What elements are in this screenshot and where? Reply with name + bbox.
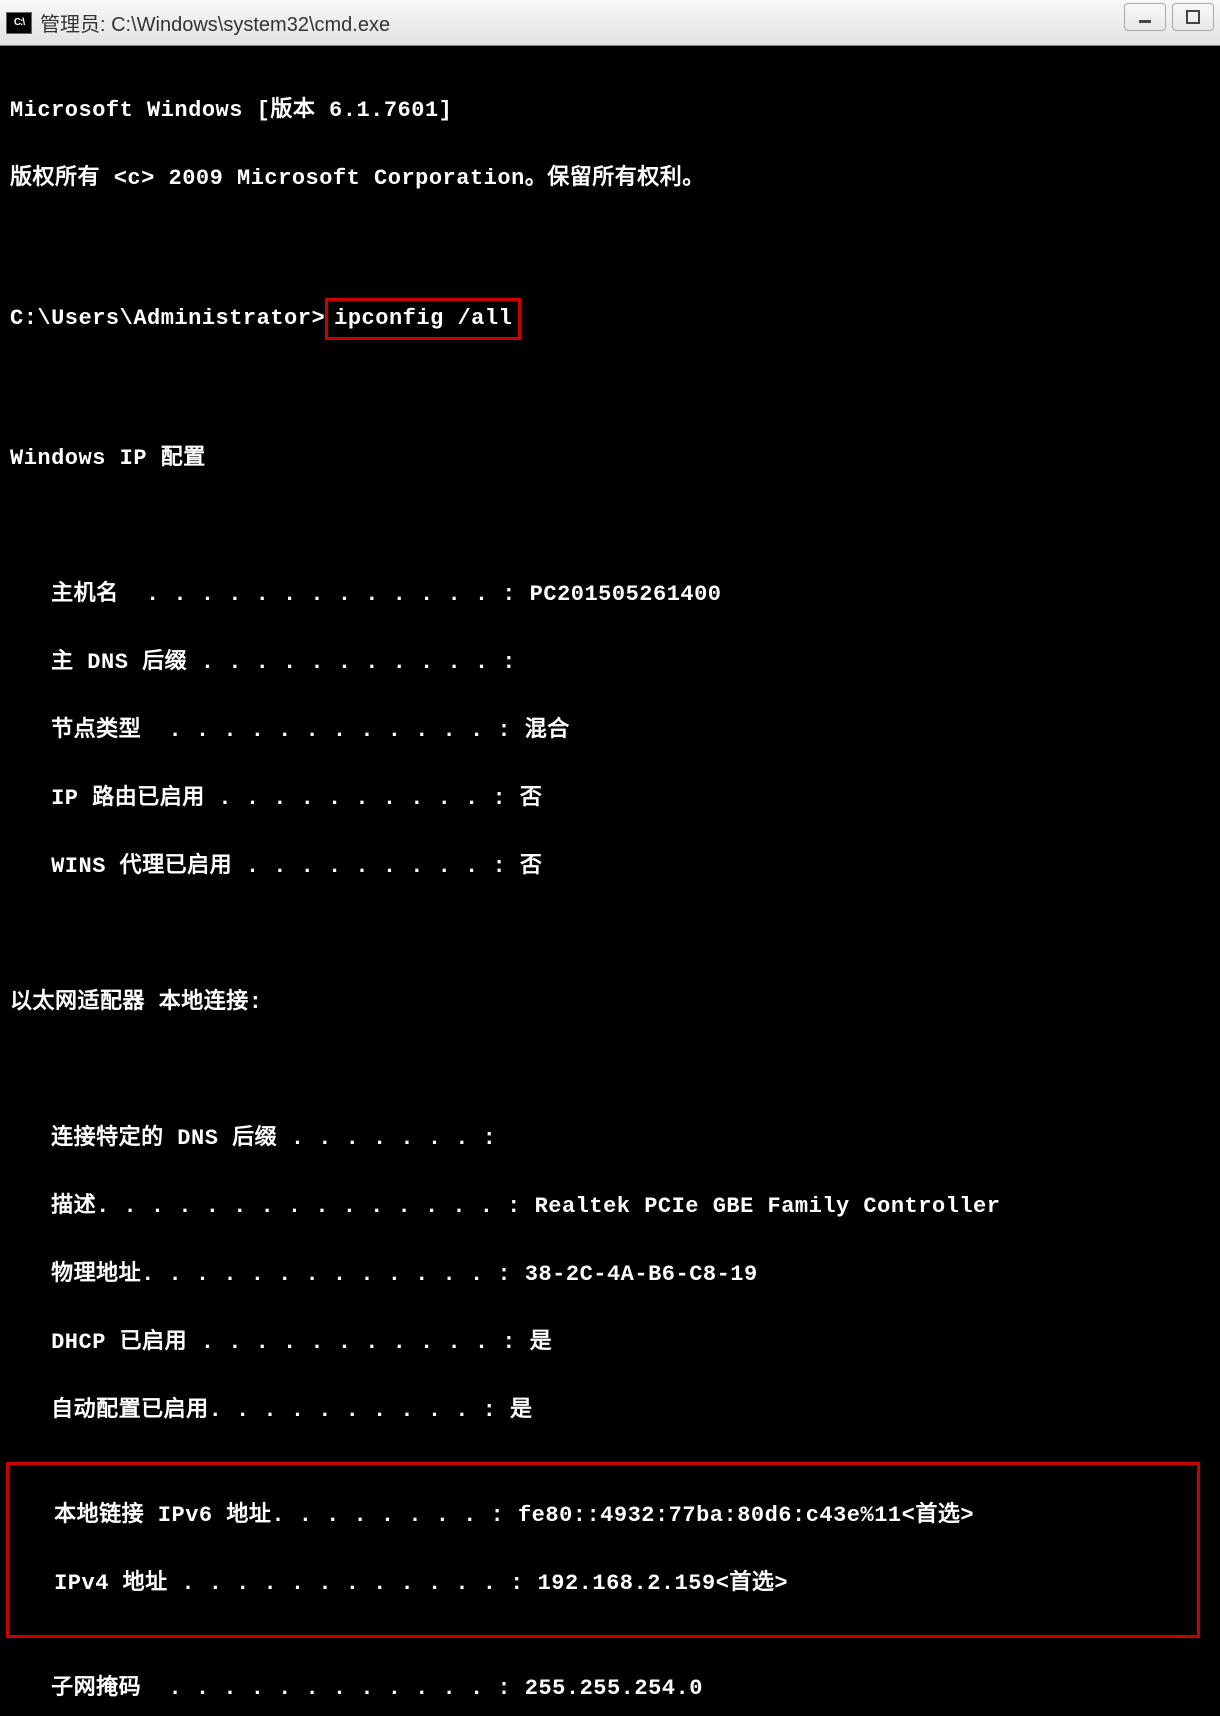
blank-line <box>10 374 1210 408</box>
wins-proxy-line: WINS 代理已启用 . . . . . . . . . : 否 <box>10 850 1210 884</box>
prompt-path: C:\Users\Administrator> <box>10 306 325 331</box>
window-titlebar: C:\ 管理员: C:\Windows\system32\cmd.exe <box>0 0 1220 46</box>
section-heading-ethernet: 以太网适配器 本地连接: <box>10 986 1210 1020</box>
conn-dns-line: 连接特定的 DNS 后缀 . . . . . . . : <box>10 1122 1210 1156</box>
ip-address-highlight: 本地链接 IPv6 地址. . . . . . . . : fe80::4932… <box>6 1462 1200 1638</box>
terminal-output: Microsoft Windows [版本 6.1.7601] 版权所有 <c>… <box>0 46 1220 1716</box>
subnet-mask-line: 子网掩码 . . . . . . . . . . . . : 255.255.2… <box>10 1672 1210 1706</box>
ipv4-line: IPv4 地址 . . . . . . . . . . . . : 192.16… <box>13 1567 1193 1601</box>
blank-line <box>10 918 1210 952</box>
physical-address-line: 物理地址. . . . . . . . . . . . . : 38-2C-4A… <box>10 1258 1210 1292</box>
version-line: Microsoft Windows [版本 6.1.7601] <box>10 94 1210 128</box>
maximize-button[interactable] <box>1172 3 1214 31</box>
prompt-line: C:\Users\Administrator>ipconfig /all <box>10 298 1210 340</box>
blank-line <box>10 1054 1210 1088</box>
window-controls <box>1124 3 1214 31</box>
blank-line <box>10 230 1210 264</box>
maximize-icon <box>1186 10 1200 24</box>
dhcp-enabled-line: DHCP 已启用 . . . . . . . . . . . : 是 <box>10 1326 1210 1360</box>
command-highlight: ipconfig /all <box>325 298 521 340</box>
minimize-icon <box>1138 10 1152 24</box>
blank-line <box>10 510 1210 544</box>
host-name-line: 主机名 . . . . . . . . . . . . . : PC201505… <box>10 578 1210 612</box>
section-heading-ip: Windows IP 配置 <box>10 442 1210 476</box>
cmd-app-icon: C:\ <box>6 12 32 34</box>
ipv6-line: 本地链接 IPv6 地址. . . . . . . . : fe80::4932… <box>13 1499 1193 1533</box>
ip-routing-line: IP 路由已启用 . . . . . . . . . . : 否 <box>10 782 1210 816</box>
copyright-line: 版权所有 <c> 2009 Microsoft Corporation。保留所有… <box>10 162 1210 196</box>
dns-suffix-line: 主 DNS 后缀 . . . . . . . . . . . : <box>10 646 1210 680</box>
node-type-line: 节点类型 . . . . . . . . . . . . : 混合 <box>10 714 1210 748</box>
description-line: 描述. . . . . . . . . . . . . . . : Realte… <box>10 1190 1210 1224</box>
minimize-button[interactable] <box>1124 3 1166 31</box>
autoconfig-line: 自动配置已启用. . . . . . . . . . : 是 <box>10 1394 1210 1428</box>
window-title: 管理员: C:\Windows\system32\cmd.exe <box>40 8 390 37</box>
